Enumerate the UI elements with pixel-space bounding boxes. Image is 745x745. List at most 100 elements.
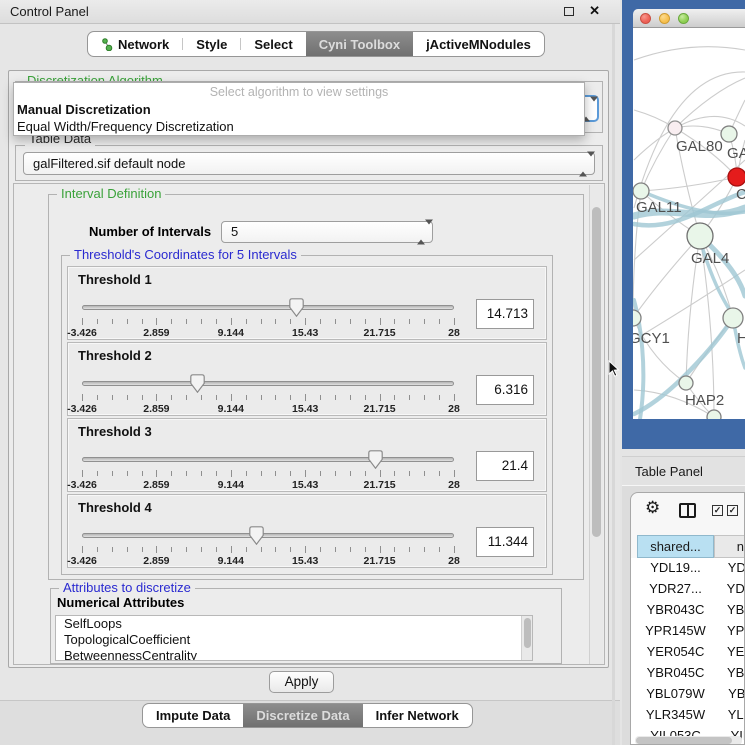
scrollbar-thumb[interactable]: [524, 618, 531, 648]
slider-track[interactable]: [82, 533, 454, 538]
cell-shared-name[interactable]: YBR045C: [637, 663, 714, 683]
table-row[interactable]: YBR045CYBR0: [631, 663, 745, 684]
network-node[interactable]: [723, 308, 743, 328]
slider-tick: [409, 547, 410, 552]
slider-track[interactable]: [82, 381, 454, 386]
horizontal-scrollbar[interactable]: [635, 736, 742, 745]
scrollbar-thumb[interactable]: [636, 737, 732, 744]
split-columns-icon[interactable]: [679, 503, 696, 518]
tab-impute-data[interactable]: Impute Data: [143, 704, 243, 727]
close-icon[interactable]: ✕: [589, 3, 600, 19]
table-row[interactable]: YDL19...YDL1: [631, 558, 745, 579]
cell-shared-name[interactable]: YER054C: [637, 642, 714, 662]
tab-jactivemnodules[interactable]: jActiveMNodules: [413, 32, 544, 56]
network-node[interactable]: [721, 126, 737, 142]
attribute-list-item[interactable]: TopologicalCoefficient: [56, 632, 532, 648]
threshold-slider[interactable]: -3.4262.8599.14415.4321.71528: [80, 373, 460, 415]
checkbox-checked-icon[interactable]: ✓: [727, 505, 738, 516]
threshold-slider[interactable]: -3.4262.8599.14415.4321.71528: [80, 297, 460, 339]
slider-tick: [261, 319, 262, 324]
checkbox-checked-icon[interactable]: ✓: [712, 505, 723, 516]
apply-button[interactable]: Apply: [269, 671, 334, 693]
cell-shared-name[interactable]: YBR043C: [637, 600, 714, 620]
cell-shared-name[interactable]: YBL079W: [637, 684, 714, 704]
slider-tick: [112, 395, 113, 400]
tab-style[interactable]: Style: [183, 32, 240, 56]
table-row[interactable]: YBL079WYBL0: [631, 684, 745, 705]
cell-name[interactable]: YDL1: [714, 558, 745, 578]
threshold-value-field[interactable]: 21.4: [476, 451, 534, 481]
tab-infer-network[interactable]: Infer Network: [363, 704, 472, 727]
slider-thumb[interactable]: [249, 526, 264, 545]
tab-discretize-data[interactable]: Discretize Data: [243, 704, 362, 727]
cell-name[interactable]: YPR1: [714, 621, 745, 641]
column-header-shared[interactable]: shared...: [637, 535, 714, 558]
threshold-value-field[interactable]: 6.316: [476, 375, 534, 405]
table-row[interactable]: YER054CYER0: [631, 642, 745, 663]
threshold-slider[interactable]: -3.4262.8599.14415.4321.71528: [80, 525, 460, 567]
tab-select[interactable]: Select: [241, 32, 305, 56]
cell-name[interactable]: YDR2: [714, 579, 745, 599]
control-panel-titlebar: Control Panel ✕: [0, 0, 620, 24]
cell-shared-name[interactable]: YDR27...: [637, 579, 714, 599]
cell-name[interactable]: YBR0: [714, 663, 745, 683]
table-row[interactable]: YBR043CYBR0: [631, 600, 745, 621]
network-window-titlebar[interactable]: [633, 9, 745, 28]
network-node[interactable]: [728, 168, 745, 186]
slider-track[interactable]: [82, 305, 454, 310]
attribute-list-item[interactable]: BetweennessCentrality: [56, 648, 532, 661]
scrollbar-thumb[interactable]: [592, 207, 601, 537]
slider-tick: [335, 547, 336, 552]
tick-label: 2.859: [143, 555, 169, 567]
cell-name[interactable]: YBL0: [714, 684, 745, 704]
cell-name[interactable]: YLR3: [714, 705, 745, 725]
slider-tick: [394, 471, 395, 476]
table-row[interactable]: YLR345WYLR3: [631, 705, 745, 726]
zoom-traffic-light-icon[interactable]: [678, 13, 689, 24]
network-node[interactable]: [687, 223, 713, 249]
network-node[interactable]: [679, 376, 693, 390]
cell-shared-name[interactable]: YDL19...: [637, 558, 714, 578]
gear-icon[interactable]: ⚙: [645, 498, 660, 518]
cell-shared-name[interactable]: YLR345W: [637, 705, 714, 725]
threshold-value-field[interactable]: 11.344: [476, 527, 534, 557]
float-icon[interactable]: [564, 7, 574, 16]
attributes-list[interactable]: SelfLoopsTopologicalCoefficientBetweenne…: [55, 615, 533, 661]
algorithm-option-equal-width[interactable]: Equal Width/Frequency Discretization: [14, 118, 584, 135]
algorithm-option-manual[interactable]: Manual Discretization: [14, 101, 584, 118]
slider-tick: [290, 395, 291, 400]
slider-thumb[interactable]: [289, 298, 304, 317]
network-node[interactable]: [668, 121, 682, 135]
column-header-name[interactable]: na: [714, 535, 745, 558]
network-edge[interactable]: [634, 47, 745, 60]
network-node[interactable]: [633, 183, 649, 199]
cell-name[interactable]: YBR0: [714, 600, 745, 620]
network-edge[interactable]: [641, 128, 675, 191]
table-row[interactable]: YPR145WYPR1: [631, 621, 745, 642]
tick-label: 9.144: [218, 327, 244, 339]
network-graph: GAL80GACGAL11GAL4GCY1HHAP2: [633, 28, 745, 419]
cell-name[interactable]: YER0: [714, 642, 745, 662]
slider-tick: [261, 395, 262, 400]
threshold-value-field[interactable]: 14.713: [476, 299, 534, 329]
network-canvas[interactable]: GAL80GACGAL11GAL4GCY1HHAP2: [633, 28, 745, 419]
network-node[interactable]: [707, 410, 721, 419]
table-row[interactable]: YDR27...YDR2: [631, 579, 745, 600]
vertical-scrollbar[interactable]: [589, 185, 603, 665]
list-scrollbar[interactable]: [521, 616, 532, 660]
table-data-combobox[interactable]: galFiltered.sif default node: [23, 152, 595, 175]
tab-cyni-toolbox[interactable]: Cyni Toolbox: [306, 32, 413, 56]
threshold-slider[interactable]: -3.4262.8599.14415.4321.71528: [80, 449, 460, 491]
cell-shared-name[interactable]: YPR145W: [637, 621, 714, 641]
table-panel-title: Table Panel: [635, 464, 703, 479]
slider-thumb[interactable]: [190, 374, 205, 393]
tab-network[interactable]: Network: [88, 32, 182, 56]
attribute-list-item[interactable]: SelfLoops: [56, 616, 532, 632]
minimize-traffic-light-icon[interactable]: [659, 13, 670, 24]
slider-thumb[interactable]: [368, 450, 383, 469]
close-traffic-light-icon[interactable]: [640, 13, 651, 24]
number-of-intervals-combobox[interactable]: 5: [221, 221, 433, 243]
threshold-row: Threshold 3-3.4262.8599.14415.4321.71528…: [67, 418, 547, 492]
network-edge[interactable]: [641, 177, 737, 191]
slider-track[interactable]: [82, 457, 454, 462]
